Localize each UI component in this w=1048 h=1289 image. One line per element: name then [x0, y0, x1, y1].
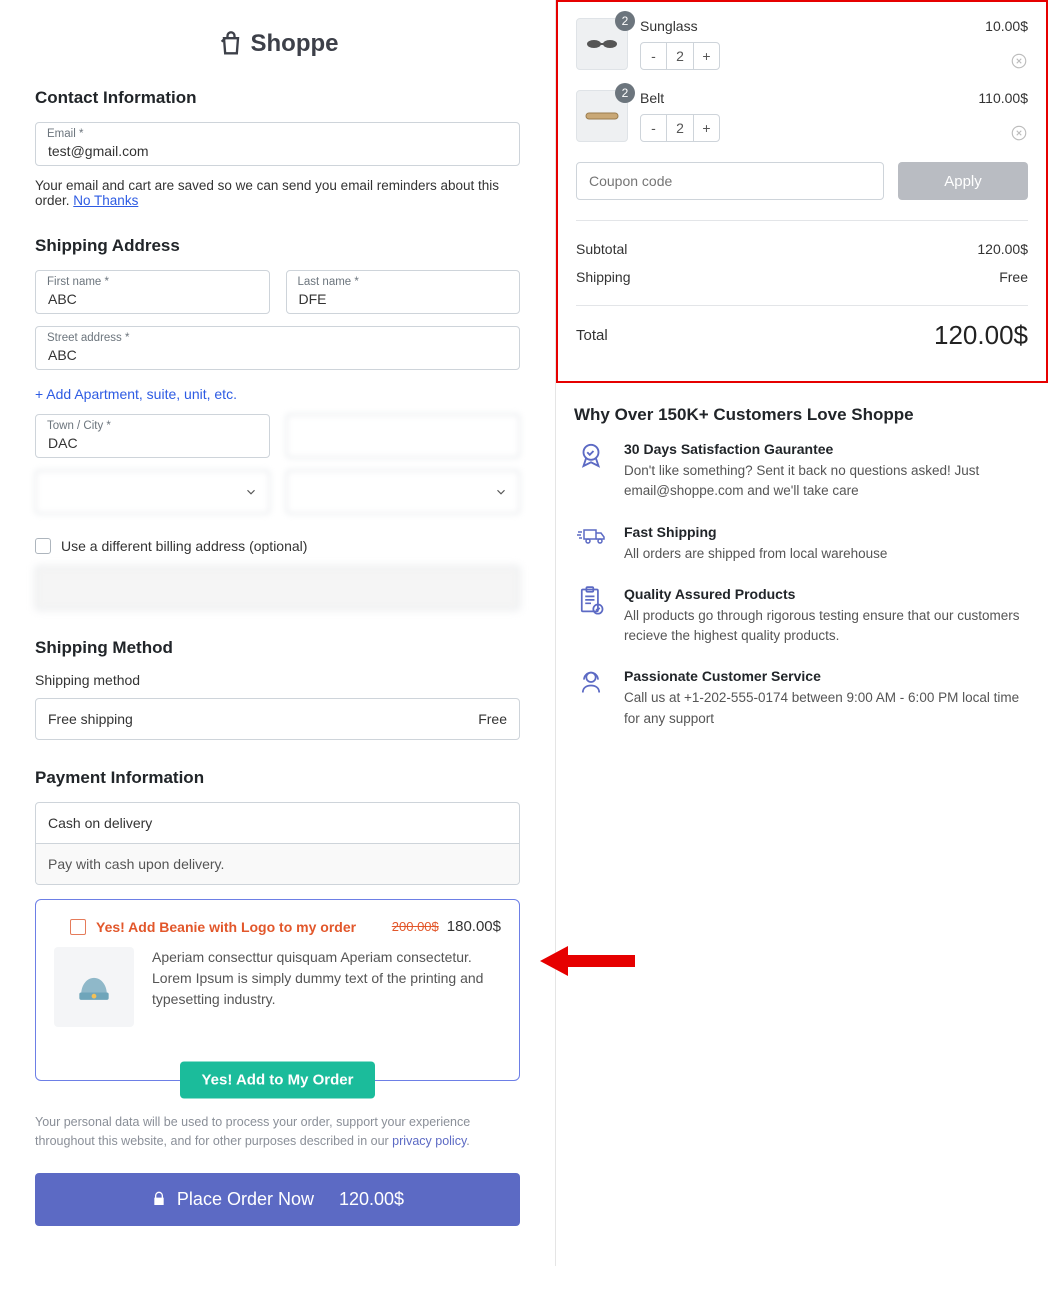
postcode-field[interactable]: [286, 414, 521, 458]
truck-icon: [574, 524, 608, 558]
upsell-desc: Aperiam consecttur quisquam Aperiam cons…: [152, 947, 501, 1027]
subtotal-value: 120.00$: [977, 241, 1028, 257]
feature-desc: All products go through rigorous testing…: [624, 606, 1030, 647]
cart-item: 2 Belt - 2 + 110.00$: [576, 90, 1028, 142]
place-order-button[interactable]: Place Order Now 120.00$: [35, 1173, 520, 1226]
sunglass-icon: [585, 37, 619, 51]
logo: Shoppe: [35, 30, 520, 58]
upsell-add-button[interactable]: Yes! Add to My Order: [180, 1062, 376, 1099]
feature-title: Passionate Customer Service: [624, 668, 1030, 684]
feature-title: 30 Days Satisfaction Gaurantee: [624, 441, 1030, 457]
subtotal-label: Subtotal: [576, 241, 627, 257]
total-value: 120.00$: [934, 320, 1028, 351]
cart-item-image: 2: [576, 90, 628, 142]
privacy-policy-link[interactable]: privacy policy: [392, 1134, 466, 1148]
add-apartment-link[interactable]: + Add Apartment, suite, unit, etc.: [35, 386, 237, 402]
cart-item-badge: 2: [615, 83, 635, 103]
feature-desc: All orders are shipped from local wareho…: [624, 544, 887, 564]
quantity-stepper: - 2 +: [640, 114, 720, 142]
belt-icon: [584, 110, 620, 122]
disclaimer: Your personal data will be used to proce…: [35, 1113, 520, 1151]
upsell-checkbox[interactable]: [70, 919, 86, 935]
feature-title: Quality Assured Products: [624, 586, 1030, 602]
beanie-icon: [72, 965, 116, 1009]
feature-item: Quality Assured Products All products go…: [556, 586, 1048, 669]
payment-desc: Pay with cash upon delivery.: [36, 843, 519, 884]
qty-increase-button[interactable]: +: [693, 43, 719, 69]
quantity-stepper: - 2 +: [640, 42, 720, 70]
place-order-amount: 120.00$: [339, 1189, 404, 1210]
district-select[interactable]: [286, 470, 521, 514]
apply-coupon-button[interactable]: Apply: [898, 162, 1028, 200]
contact-heading: Contact Information: [35, 88, 520, 108]
total-label: Total: [576, 327, 608, 344]
email-label: Email *: [47, 128, 83, 140]
coupon-input[interactable]: [576, 162, 884, 200]
shipping-method-heading: Shipping Method: [35, 638, 520, 658]
shipping-heading: Shipping Address: [35, 236, 520, 256]
qty-value: 2: [667, 43, 693, 69]
street-label: Street address *: [47, 332, 129, 344]
feature-item: 30 Days Satisfaction Gaurantee Don't lik…: [556, 441, 1048, 524]
payment-heading: Payment Information: [35, 768, 520, 788]
shipping-option[interactable]: Free shipping Free: [35, 698, 520, 740]
remove-item-button[interactable]: [1010, 124, 1028, 142]
email-field[interactable]: [35, 122, 520, 166]
upsell-box: Yes! Add Beanie with Logo to my order 20…: [35, 899, 520, 1081]
cart-item-name: Sunglass: [640, 18, 985, 34]
cart-item-price: 10.00$: [985, 18, 1028, 34]
payment-method[interactable]: Cash on delivery: [36, 803, 519, 843]
no-thanks-link[interactable]: No Thanks: [73, 193, 138, 208]
diff-billing-checkbox[interactable]: [35, 538, 51, 554]
headset-icon: [574, 668, 608, 702]
remove-item-button[interactable]: [1010, 52, 1028, 70]
bag-icon: [217, 30, 245, 58]
clipboard-icon: [574, 586, 608, 620]
qty-decrease-button[interactable]: -: [641, 43, 667, 69]
feature-desc: Don't like something? Sent it back no qu…: [624, 461, 1030, 502]
logo-text: Shoppe: [251, 30, 339, 58]
feature-item: Passionate Customer Service Call us at +…: [556, 668, 1048, 751]
guarantee-icon: [574, 441, 608, 475]
diff-billing-label: Use a different billing address (optiona…: [61, 538, 307, 554]
cart-item-badge: 2: [615, 11, 635, 31]
feature-item: Fast Shipping All orders are shipped fro…: [556, 524, 1048, 586]
phone-field[interactable]: [35, 566, 520, 610]
cart-item-price: 110.00$: [978, 90, 1028, 106]
cart-item: 2 Sunglass - 2 + 10.00$: [576, 18, 1028, 70]
shipping-option-name: Free shipping: [48, 711, 133, 727]
qty-decrease-button[interactable]: -: [641, 115, 667, 141]
shipping-value: Free: [999, 269, 1028, 285]
first-name-label: First name *: [47, 276, 109, 288]
qty-increase-button[interactable]: +: [693, 115, 719, 141]
feature-title: Fast Shipping: [624, 524, 887, 540]
feature-desc: Call us at +1-202-555-0174 between 9:00 …: [624, 688, 1030, 729]
shipping-label: Shipping: [576, 269, 631, 285]
trust-heading: Why Over 150K+ Customers Love Shoppe: [574, 405, 1030, 425]
shipping-option-price: Free: [478, 711, 507, 727]
upsell-title: Yes! Add Beanie with Logo to my order: [96, 919, 356, 935]
place-order-label: Place Order Now: [177, 1189, 314, 1210]
last-name-label: Last name *: [298, 276, 359, 288]
lock-icon: [151, 1191, 167, 1207]
shipping-method-label: Shipping method: [35, 672, 520, 688]
qty-value: 2: [667, 115, 693, 141]
city-label: Town / City *: [47, 420, 111, 432]
email-hint: Your email and cart are saved so we can …: [35, 178, 520, 208]
cart-item-name: Belt: [640, 90, 978, 106]
country-select[interactable]: [35, 470, 270, 514]
upsell-old-price: 200.00$: [392, 919, 439, 934]
cart-item-image: 2: [576, 18, 628, 70]
payment-box: Cash on delivery Pay with cash upon deli…: [35, 802, 520, 885]
cart-summary: 2 Sunglass - 2 + 10.00$ 2: [556, 0, 1048, 383]
upsell-new-price: 180.00$: [447, 918, 501, 935]
upsell-image: [54, 947, 134, 1027]
